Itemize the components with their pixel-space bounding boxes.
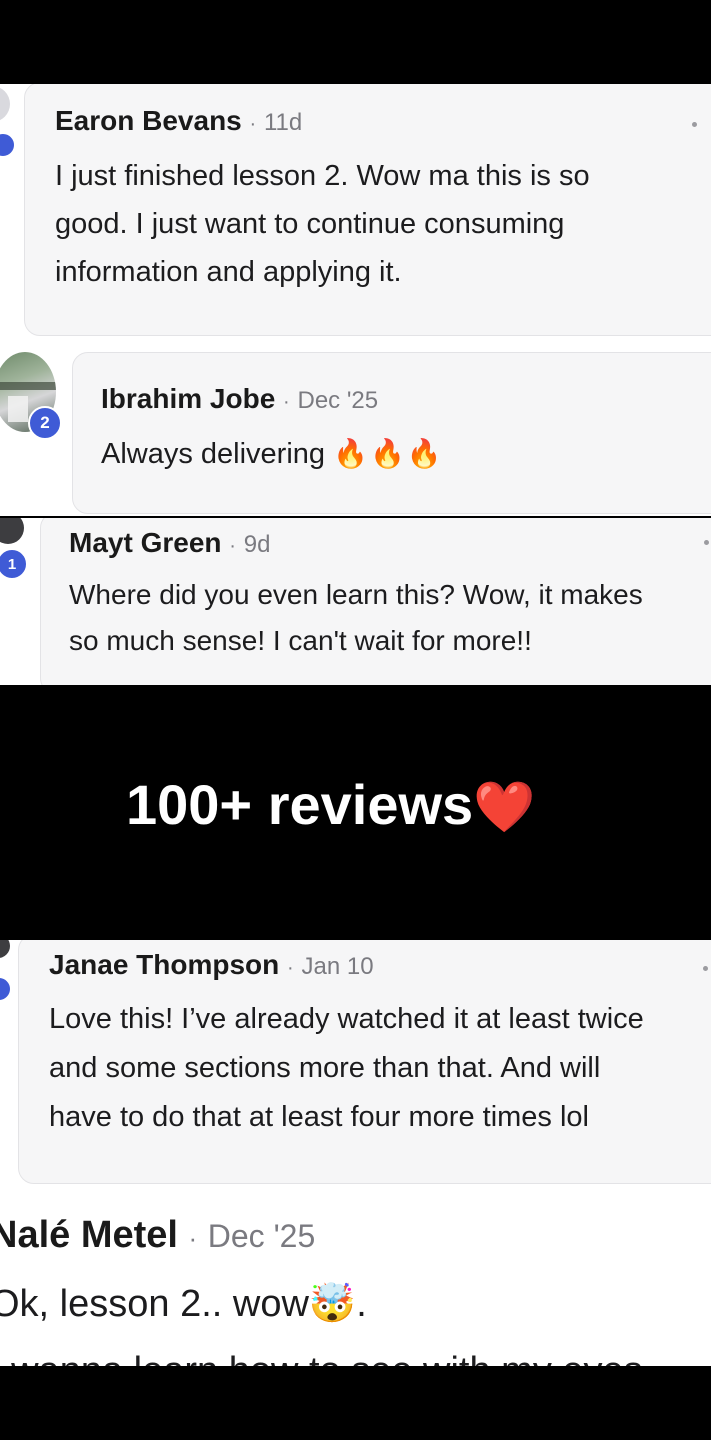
author-name[interactable]: Mayt Green [69,527,222,558]
separator: · [287,957,294,979]
comment-text-line: Where did you even learn this? Wow, it m… [69,579,643,610]
comment-date: 11d [263,109,303,136]
author-name[interactable]: Earon Bevans [55,105,242,136]
comment-panel-5: Nalé Metel · Dec '25 Ok, lesson 2.. wow🤯… [0,1190,711,1366]
comment-bubble: Ibrahim Jobe · Dec '25 Always delivering… [72,352,711,514]
avatar-badge: 2 [28,406,62,440]
avatar-badge: 1 [0,548,28,580]
more-options-icon[interactable] [704,540,709,545]
avatar-badge [0,976,12,1002]
comment-text-line: so much sense! I can't wait for more!! [69,625,532,656]
fire-emoji: 🔥🔥🔥 [333,438,444,469]
comment-panel-4: Janae Thompson · Jan 10 Love this! I’ve … [0,940,711,1190]
avatar-badge [0,132,16,158]
avatar[interactable] [0,518,24,544]
avatar[interactable] [0,86,10,122]
comment-text-line: good. I just want to continue consuming [55,208,565,240]
heart-emoji: ❤️ [473,779,536,835]
author-name[interactable]: Nalé Metel [0,1214,178,1256]
comment-panel-2: 2 Ibrahim Jobe · Dec '25 Always deliveri… [0,336,711,516]
comment-panel-3: 1 Mayt Green · 9d Where did you even lea… [0,518,711,685]
separator: · [249,113,257,135]
comment-text-line: information and applying it. [55,256,402,288]
comment-text-line: and some sections more than that. And wi… [49,1052,601,1084]
comment-date: Dec '25 [207,1218,316,1254]
comment-text-line: have to do that at least four more times… [49,1101,589,1133]
reviews-count-text: 100+ reviews [126,773,474,836]
comment-text-line: I wanna learn how to see with my eyes [0,1350,643,1366]
comment-bubble: Janae Thompson · Jan 10 Love this! I’ve … [18,940,711,1184]
comment-text-line: Love this! I’ve already watched it at le… [49,1003,644,1035]
separator: · [229,535,236,557]
comment-bubble: Mayt Green · 9d Where did you even learn… [40,518,711,685]
comment-date: 9d [243,531,271,558]
comment-date: Dec '25 [297,387,379,414]
comment-panel-1: Earon Bevans · 11d I just finished lesso… [0,84,711,336]
avatar[interactable] [0,940,10,958]
author-name[interactable]: Janae Thompson [49,949,279,980]
more-options-icon[interactable] [703,966,708,971]
comment-text-line: I just finished lesson 2. Wow ma this is… [55,160,590,192]
comment-text-line: Ok, lesson 2.. wow🤯. [0,1283,367,1325]
comment-date: Jan 10 [301,953,374,980]
separator: · [283,391,290,413]
author-name[interactable]: Ibrahim Jobe [101,383,275,414]
comment-text: Always delivering [101,438,326,470]
separator: · [188,1223,198,1253]
comment-bubble: Earon Bevans · 11d I just finished lesso… [24,84,711,336]
more-options-icon[interactable] [692,122,697,127]
reviews-caption: 100+ reviews❤️ [126,772,535,837]
